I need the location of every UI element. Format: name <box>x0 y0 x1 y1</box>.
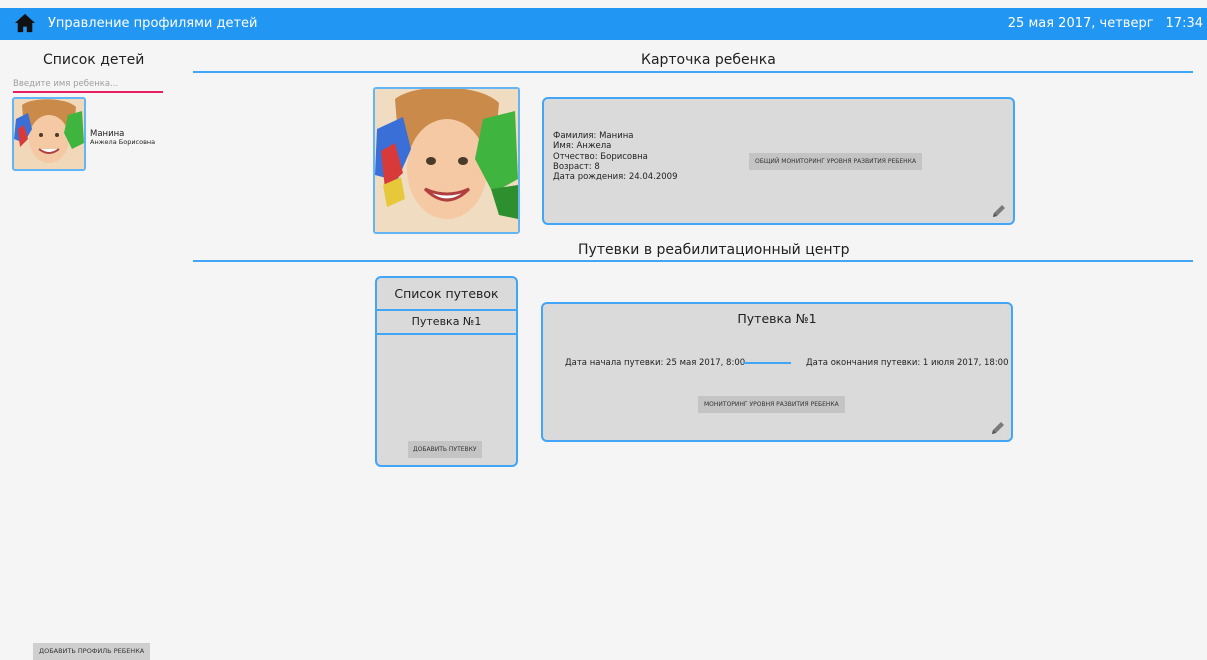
child-info-card: Фамилия: Манина Имя: Анжела Отчество: Бо… <box>542 97 1015 225</box>
child-search-input[interactable] <box>13 76 163 93</box>
trips-section-title: Путевки в реабилитационный центр <box>578 242 850 258</box>
add-child-profile-button[interactable]: ДОБАВИТЬ ПРОФИЛЬ РЕБЕНКА <box>33 643 151 660</box>
home-icon[interactable] <box>14 13 36 33</box>
child-avatar <box>12 97 86 171</box>
child-surname-line: Фамилия: Манина <box>553 131 634 141</box>
app-title: Управление профилями детей <box>48 16 258 31</box>
trip-start-date: Дата начала путевки: 25 мая 2017, 8:00 <box>565 358 746 368</box>
child-photo-image <box>375 89 518 232</box>
child-given-names: Анжела Борисовна <box>90 138 156 146</box>
trip-monitoring-button[interactable]: МОНИТОРИНГ УРОВНЯ РАЗВИТИЯ РЕБЕНКА <box>698 396 845 413</box>
general-monitoring-button[interactable]: ОБЩИЙ МОНИТОРИНГ УРОВНЯ РАЗВИТИЯ РЕБЕНКА <box>749 153 923 170</box>
child-photo-thumbnail <box>14 99 84 169</box>
trip-end-date: Дата окончания путевки: 1 июля 2017, 18:… <box>806 358 1009 368</box>
child-patronymic-line: Отчество: Борисовна <box>553 151 648 162</box>
section-divider <box>193 260 1193 262</box>
pencil-icon[interactable] <box>990 420 1006 436</box>
trip-title: Путевка №1 <box>737 311 817 326</box>
child-details: Фамилия: Манина Имя: Анжела Отчество: Бо… <box>553 131 678 182</box>
pencil-icon[interactable] <box>991 203 1007 219</box>
trip-detail-card: Путевка №1 Дата начала путевки: 25 мая 2… <box>541 302 1013 442</box>
child-age-line: Возраст: 8 <box>553 161 600 172</box>
trip-list-item[interactable]: Путевка №1 <box>377 311 516 335</box>
date-time: 25 мая 2017, четверг 17:34 <box>1008 16 1203 31</box>
date-range-line <box>743 362 791 364</box>
current-time: 17:34 <box>1165 16 1203 31</box>
add-trip-button[interactable]: ДОБАВИТЬ ПУТЕВКУ <box>408 441 482 458</box>
child-card-title: Карточка ребенка <box>641 52 776 68</box>
child-name-line: Имя: Анжела <box>553 141 612 152</box>
current-date: 25 мая 2017, четверг <box>1007 16 1154 31</box>
trips-list-title: Список путевок <box>377 278 516 311</box>
app-bar: Управление профилями детей 25 мая 2017, … <box>0 8 1207 40</box>
trips-list-panel: Список путевок Путевка №1 ДОБАВИТЬ ПУТЕВ… <box>375 276 518 467</box>
child-photo <box>373 87 520 234</box>
section-divider <box>193 71 1193 73</box>
child-list-item[interactable]: Манина Анжела Борисовна <box>12 97 162 171</box>
child-birthdate-line: Дата рождения: 24.04.2009 <box>553 172 678 183</box>
children-list-title: Список детей <box>43 52 145 68</box>
